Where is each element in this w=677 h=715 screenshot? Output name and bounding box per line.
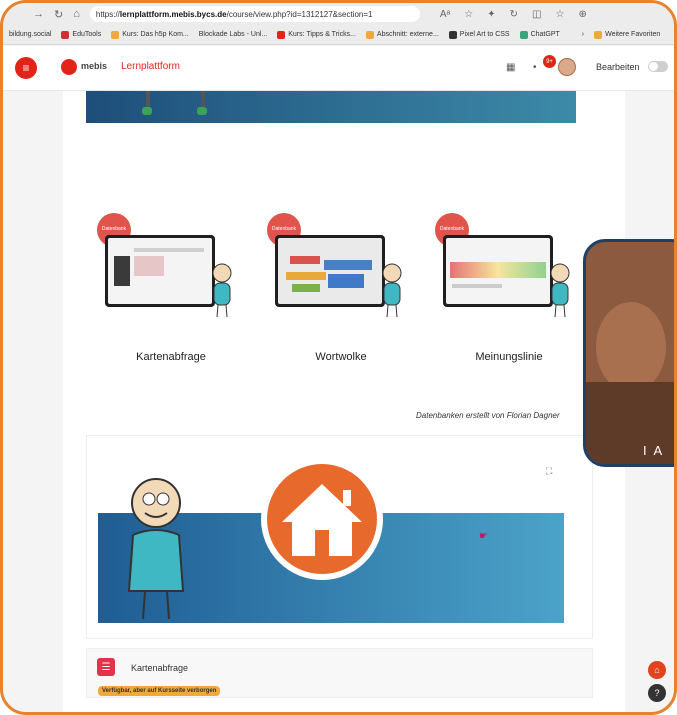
question-icon: ? (654, 688, 660, 698)
bookmark-weitere-favoriten[interactable]: Weitere Favoriten (594, 30, 660, 39)
tablet-illustration (105, 235, 215, 307)
read-aloud-icon[interactable]: Aᵃ (440, 9, 450, 20)
folder-icon (365, 30, 374, 39)
character-illustration (127, 478, 185, 620)
home-icon[interactable]: ⌂ (73, 8, 80, 20)
pixel-art-icon (448, 30, 457, 39)
tile-label-kartenabfrage[interactable]: Kartenabfrage (101, 351, 241, 363)
tablet-illustration (275, 235, 385, 307)
brand-name[interactable]: mebis (81, 61, 107, 71)
bookmarks-bar: bildung.social EduTools Kurs: Das h5p Ko… (3, 25, 674, 45)
character-illustration (550, 263, 570, 318)
home-button[interactable]: ⌂ (648, 661, 666, 679)
video-overlay[interactable] (583, 239, 674, 467)
bell-icon[interactable]: • (533, 62, 537, 73)
character-feet (197, 91, 207, 115)
character-illustration (382, 263, 402, 318)
bookmark-edutools[interactable]: EduTools (61, 30, 101, 39)
apps-grid-icon[interactable]: ▦ (506, 62, 515, 73)
folder-icon (594, 30, 603, 39)
bookmark-h5p[interactable]: Kurs: Das h5p Kom... (111, 30, 189, 39)
house-icon (282, 484, 362, 556)
avatar[interactable] (558, 58, 576, 76)
edit-mode-label: Bearbeiten (596, 62, 640, 72)
menu-button[interactable]: ≡ (15, 57, 37, 79)
back-icon[interactable]: → (33, 8, 44, 20)
home-illustration (261, 458, 383, 580)
split-screen-icon[interactable]: ◫ (532, 9, 541, 20)
bookmark-tipps-tricks[interactable]: Kurs: Tipps & Tricks... (277, 30, 356, 39)
bookmark-bildung-social[interactable]: bildung.social (9, 31, 51, 38)
video-caption: I A (643, 443, 665, 458)
tile-label-wortwolke[interactable]: Wortwolke (271, 351, 411, 363)
tile-label-meinungslinie[interactable]: Meinungslinie (439, 351, 579, 363)
app-header: ≡ mebis Lernplattform ▦ • 9+ Bearbeiten (3, 46, 674, 91)
screen-frame: → ↻ ⌂ https://lernplattform.mebis.bycs.d… (0, 0, 677, 715)
edutools-icon (61, 30, 70, 39)
favorites-icon[interactable]: ☆ (555, 9, 564, 20)
chatgpt-icon (519, 30, 528, 39)
browser-address-row: → ↻ ⌂ https://lernplattform.mebis.bycs.d… (3, 3, 674, 25)
edit-mode-toggle[interactable] (648, 61, 668, 72)
chevron-right-icon[interactable]: › (582, 31, 584, 38)
expand-icon[interactable]: ⛶ (546, 466, 552, 477)
extension-icon[interactable]: ✦ (487, 9, 495, 20)
reload-icon[interactable]: ↻ (54, 8, 63, 21)
help-button[interactable]: ? (648, 684, 666, 702)
bookmark-blockade-labs[interactable]: Blockade Labs - Unl... (199, 31, 267, 38)
home-icon: ⌂ (654, 665, 660, 675)
availability-badge: Verfügbar, aber auf Kursseite verborgen (98, 686, 221, 696)
activity-title[interactable]: Kartenabfrage (131, 663, 188, 673)
tile-meinungslinie[interactable]: Datenbank (435, 213, 575, 338)
refresh-icon[interactable]: ↻ (510, 9, 518, 20)
character-illustration (212, 263, 232, 318)
bookmark-pixel-art[interactable]: Pixel Art to CSS (448, 30, 510, 39)
bookmark-abschnitt[interactable]: Abschnitt: externe... (365, 30, 439, 39)
platform-name[interactable]: Lernplattform (121, 61, 180, 72)
character-feet (142, 91, 152, 115)
favorite-star-icon[interactable]: ☆ (464, 9, 473, 20)
url-prefix: https:// (95, 9, 120, 19)
credit-text: Datenbanken erstellt von Florian Dagner (416, 411, 560, 420)
database-icon: ☰ (97, 658, 115, 676)
hamburger-icon: ≡ (22, 61, 30, 75)
address-bar[interactable]: https://lernplattform.mebis.bycs.de/cour… (89, 6, 420, 22)
url-host: lernplattform.mebis.bycs.de (119, 9, 227, 19)
folder-icon (111, 30, 120, 39)
notification-badge: 9+ (543, 55, 556, 68)
tile-wortwolke[interactable]: Datenbank (267, 213, 407, 338)
mebis-icon (277, 30, 286, 39)
url-path: /course/view.php?id=1312127&section=1 (226, 9, 373, 19)
pointer-cursor-icon: ☛ (479, 531, 488, 542)
collections-icon[interactable]: ⊕ (578, 9, 586, 20)
mebis-logo-icon[interactable] (61, 59, 77, 75)
tile-kartenabfrage[interactable]: Datenbank (97, 213, 237, 338)
bookmark-chatgpt[interactable]: ChatGPT (519, 30, 560, 39)
tablet-illustration (443, 235, 553, 307)
